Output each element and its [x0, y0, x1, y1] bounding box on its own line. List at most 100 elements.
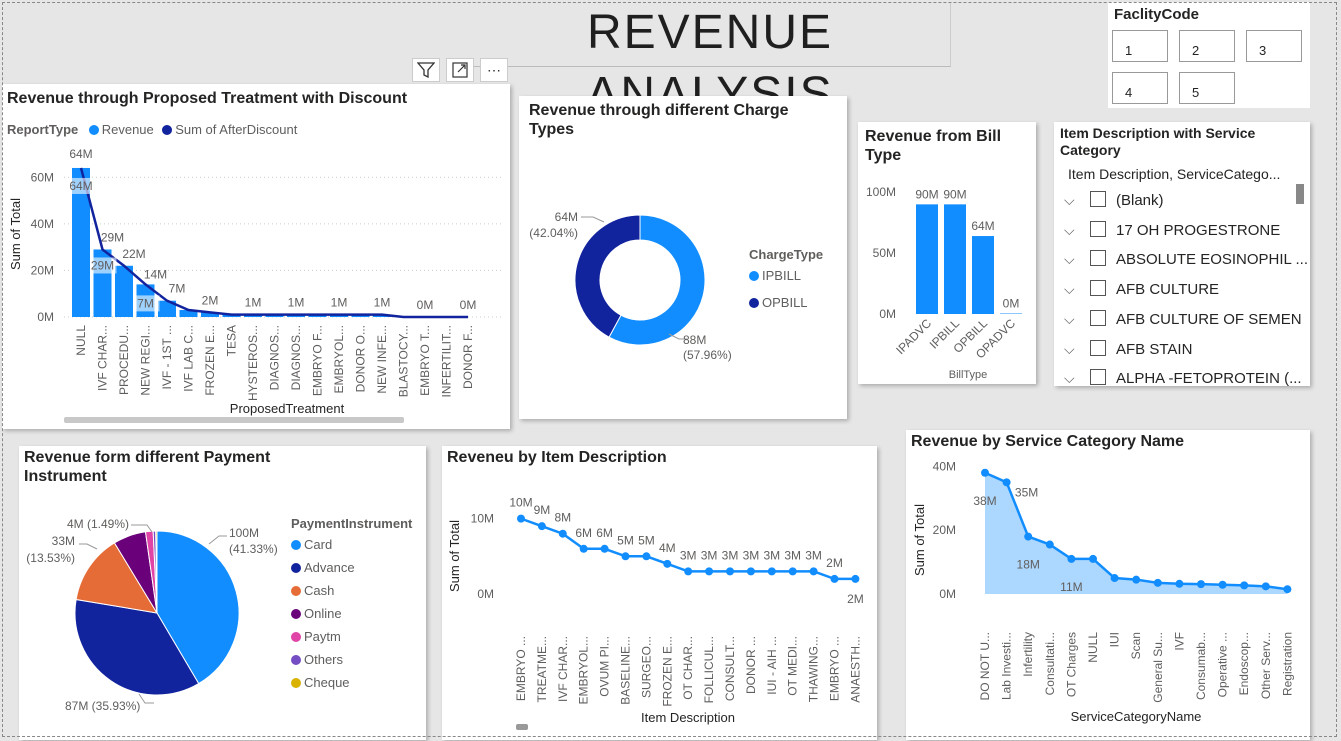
- legend-item[interactable]: Advance: [291, 560, 412, 575]
- filter-icon[interactable]: [412, 58, 440, 82]
- data-label: 35M: [1015, 485, 1038, 499]
- x-tick-label: IVF - 1ST ...: [160, 325, 174, 389]
- x-tick-label: EMBRYOL...: [332, 325, 346, 393]
- x-tick-label: NEW INFE...: [375, 325, 389, 394]
- bill-chart[interactable]: 0M50M100M 90MIPADVC90MIPBILL64MOPBILL0MOP…: [858, 122, 1036, 384]
- checkbox[interactable]: [1090, 220, 1106, 237]
- y-tick-label: 20M: [933, 523, 956, 537]
- data-point: [517, 514, 525, 523]
- checkbox[interactable]: [1090, 280, 1106, 297]
- data-label: 0M: [417, 298, 434, 312]
- facility-code-3[interactable]: 3: [1246, 30, 1302, 62]
- leader-line: [581, 216, 605, 223]
- x-tick-label: BLASTOCY...: [397, 325, 411, 397]
- legend-title: PaymentInstrument: [291, 516, 413, 531]
- legend-item[interactable]: Cash: [291, 583, 412, 598]
- checkbox[interactable]: [1090, 369, 1106, 386]
- chevron-down-icon[interactable]: ⌵: [1064, 192, 1080, 209]
- chevron-down-icon[interactable]: ⌵: [1064, 281, 1080, 298]
- visual-header: ⋯: [412, 58, 512, 82]
- data-point: [809, 567, 818, 576]
- data-label: 3M: [701, 548, 718, 562]
- data-point: [1197, 580, 1205, 589]
- slicer-item[interactable]: ⌵ 17 OH PROGESTRONE: [1064, 220, 1280, 239]
- data-label: 9M: [534, 503, 551, 517]
- chevron-down-icon[interactable]: ⌵: [1064, 251, 1080, 268]
- legend-item[interactable]: Others: [291, 652, 412, 667]
- item-slicer-card[interactable]: Item Description with Service Category I…: [1054, 122, 1310, 386]
- slicer-item[interactable]: ⌵ AFB STAIN: [1064, 339, 1193, 358]
- legend-label: Others: [304, 652, 344, 667]
- checkbox[interactable]: [1090, 339, 1106, 356]
- focus-mode-icon[interactable]: [446, 58, 474, 82]
- slicer-item-label: AFB STAIN: [1116, 340, 1193, 358]
- bar: [944, 204, 966, 314]
- legend-label: Paytm: [304, 629, 341, 644]
- data-label: 4M (1.49%): [67, 517, 129, 531]
- bar: [972, 236, 994, 314]
- x-tick-label: Endoscop...: [1237, 632, 1251, 695]
- legend-opbill[interactable]: OPBILL: [749, 295, 823, 310]
- facility-code-2[interactable]: 2: [1179, 30, 1235, 62]
- x-tick-label: Scan: [1129, 632, 1143, 659]
- horizontal-scrollbar[interactable]: [64, 417, 404, 423]
- x-tick-label: Consumab...: [1194, 632, 1208, 700]
- x-tick-label: DO NOT U...: [978, 632, 992, 700]
- service-chart[interactable]: 0M 20M 40M Sum of Total ServiceCategoryName D…: [906, 430, 1310, 740]
- data-label: (13.53%): [26, 551, 75, 565]
- item-description-card[interactable]: Reveneu by Item Description 0M 10M Sum of …: [442, 446, 877, 740]
- slicer-scrollbar[interactable]: [1296, 184, 1304, 204]
- data-point: [830, 574, 839, 583]
- more-options-icon[interactable]: ⋯: [480, 58, 508, 82]
- x-tick-label: PROCEDU...: [117, 325, 131, 395]
- item-chart[interactable]: 0M 10M Sum of Total Item Description 10M EMBR…: [442, 446, 877, 740]
- data-label: 3M: [722, 548, 739, 562]
- data-label: 0M: [460, 298, 477, 312]
- checkbox[interactable]: [1090, 250, 1106, 267]
- chevron-down-icon[interactable]: ⌵: [1064, 311, 1080, 328]
- charge-type-card[interactable]: Revenue through different Charge Types 8…: [519, 96, 847, 419]
- legend-marker: [291, 586, 301, 596]
- payment-card[interactable]: Revenue form different Payment Instrumen…: [19, 446, 426, 740]
- slicer-item-label: (Blank): [1116, 192, 1164, 209]
- data-point: [1024, 532, 1033, 541]
- data-point: [1045, 540, 1054, 549]
- legend-item[interactable]: Cheque: [291, 675, 412, 690]
- data-point: [788, 567, 797, 576]
- legend-item[interactable]: Card: [291, 537, 412, 552]
- service-category-card[interactable]: Revenue by Service Category Name 0M 20M 40…: [906, 430, 1310, 740]
- legend-item[interactable]: Online: [291, 606, 412, 621]
- horizontal-scrollbar[interactable]: [516, 724, 528, 730]
- data-point: [767, 567, 776, 576]
- facility-code-4[interactable]: 4: [1112, 72, 1168, 104]
- data-label: 90M: [943, 187, 966, 201]
- data-point: [1089, 554, 1097, 563]
- x-tick-label: OT Charges: [1064, 632, 1078, 697]
- chevron-down-icon[interactable]: ⌵: [1064, 222, 1080, 239]
- data-label: 6M: [596, 526, 613, 540]
- y-tick-label: 50M: [873, 246, 896, 260]
- legend-item[interactable]: Paytm: [291, 629, 412, 644]
- data-point: [1175, 579, 1184, 588]
- checkbox[interactable]: [1090, 309, 1106, 326]
- leader-line: [208, 535, 227, 545]
- proposed-chart[interactable]: 0M 20M 40M 60M Sum of Total ProposedTreatment…: [2, 84, 510, 429]
- chevron-down-icon[interactable]: ⌵: [1064, 370, 1080, 386]
- chevron-down-icon[interactable]: ⌵: [1064, 341, 1080, 358]
- data-label: 2M: [202, 293, 219, 307]
- leader-line: [79, 543, 98, 550]
- slicer-item[interactable]: ⌵ AFB CULTURE: [1064, 280, 1219, 298]
- slicer-item[interactable]: ⌵ (Blank): [1064, 191, 1164, 209]
- checkbox[interactable]: [1090, 191, 1106, 207]
- x-tick-label: Registration: [1280, 632, 1294, 696]
- slicer-item[interactable]: ⌵ ALPHA -FETOPROTEIN (...: [1064, 369, 1302, 386]
- proposed-treatment-card[interactable]: Revenue through Proposed Treatment with …: [2, 84, 510, 429]
- bill-type-card[interactable]: Revenue from Bill Type 0M 50M 100M 90M IPADV…: [858, 122, 1036, 384]
- facility-code-1[interactable]: 1: [1112, 30, 1168, 62]
- legend-ipbill[interactable]: IPBILL: [749, 268, 823, 283]
- facility-code-5[interactable]: 5: [1179, 72, 1235, 104]
- slicer-item[interactable]: ⌵ ABSOLUTE EOSINOPHIL ...: [1064, 250, 1308, 268]
- slicer-item[interactable]: ⌵ AFB CULTURE OF SEMEN: [1064, 309, 1302, 328]
- x-tick-label: IVF: [1172, 632, 1186, 651]
- data-point: [579, 544, 588, 553]
